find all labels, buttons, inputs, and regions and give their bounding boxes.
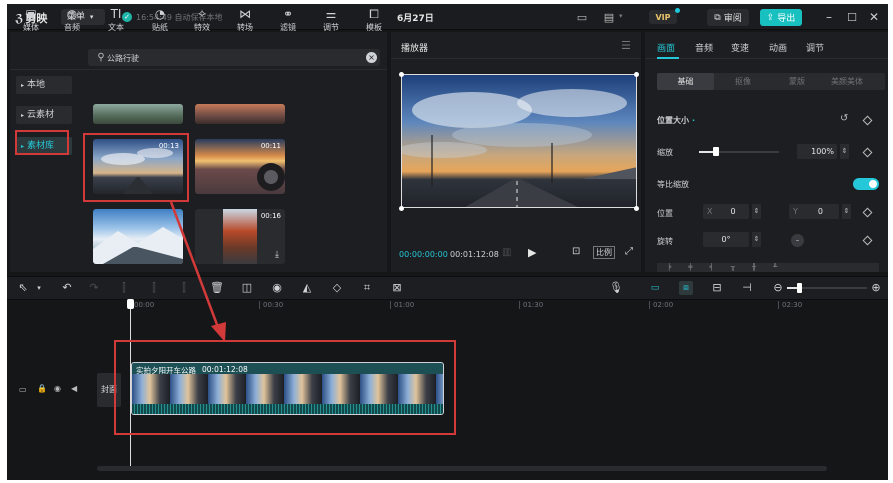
annotation-arrow [169,201,226,342]
clip-duration: 00:01:12:08 [202,365,248,374]
clip-title: 实拍夕阳开车公路 [136,366,196,375]
